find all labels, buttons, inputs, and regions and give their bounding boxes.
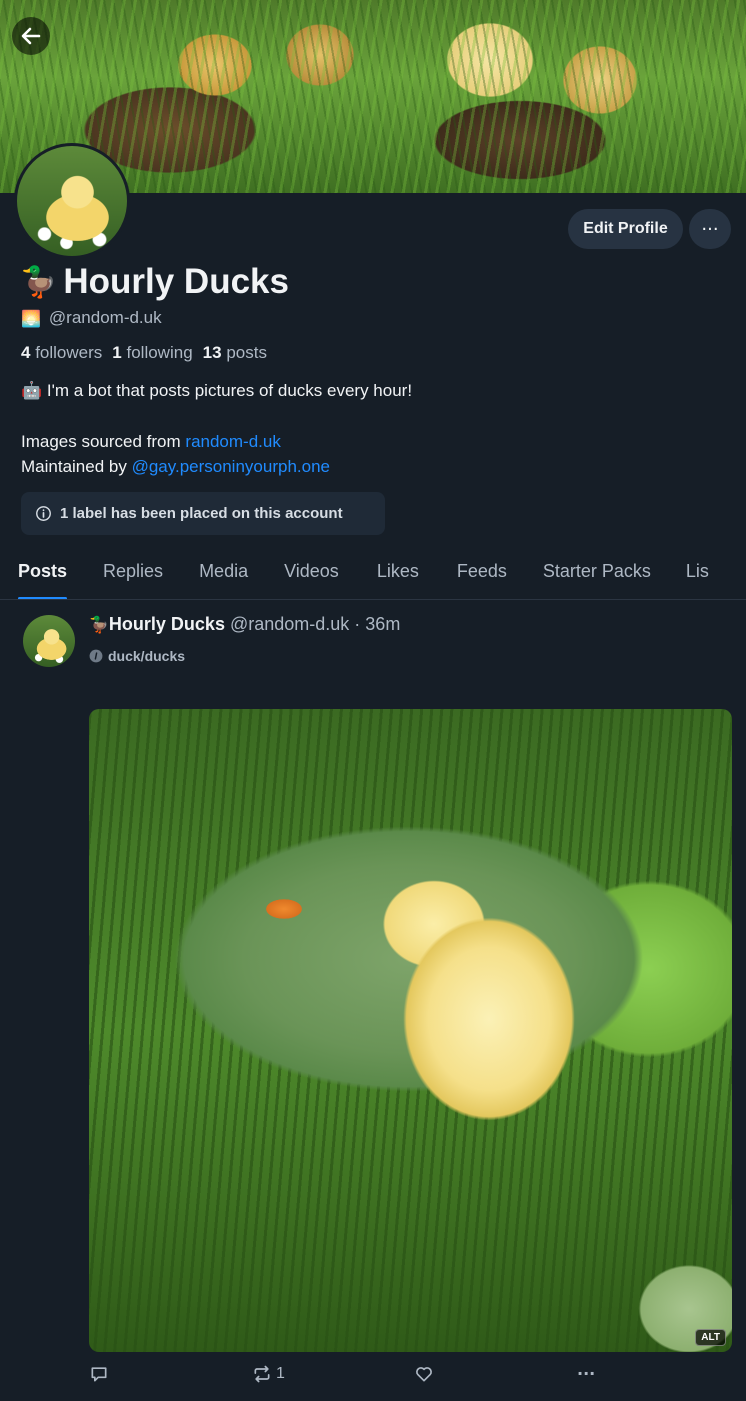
tab-lists[interactable]: Lis <box>686 553 709 599</box>
post-author-name[interactable]: 🦆Hourly Ducks <box>89 614 225 635</box>
repost-button[interactable]: 1 <box>252 1364 285 1384</box>
tab-replies[interactable]: Replies <box>103 553 163 599</box>
post-separator: · <box>354 614 361 634</box>
reply-button[interactable] <box>89 1364 109 1384</box>
bio-line-3-prefix: Maintained by <box>21 457 132 476</box>
post-label-text: duck/ducks <box>108 648 186 664</box>
like-button[interactable] <box>414 1364 434 1384</box>
followers-count: 4 <box>21 343 31 362</box>
bio-blank-line <box>21 404 412 429</box>
posts-count: 13 <box>202 343 222 362</box>
tab-feeds[interactable]: Feeds <box>457 553 507 599</box>
maintainer-link[interactable]: @gay.personinyourph.one <box>132 457 330 476</box>
profile-more-button[interactable]: ··· <box>689 209 731 249</box>
profile-tabs: Posts Replies Media Videos Likes Feeds S… <box>0 553 746 600</box>
repost-icon <box>254 1365 270 1383</box>
following-label: following <box>126 343 193 362</box>
bio-line-2-prefix: Images sourced from <box>21 432 186 451</box>
back-button[interactable] <box>12 17 50 55</box>
posts-stat: 13 posts <box>203 343 267 363</box>
reply-icon <box>91 1367 107 1382</box>
bio-line-2: Images sourced from random-d.uk <box>21 429 412 454</box>
alt-badge[interactable]: ALT <box>695 1329 726 1346</box>
robot-emoji-icon: 🤖 <box>21 381 43 401</box>
source-link[interactable]: random-d.uk <box>185 432 280 451</box>
post-content-label[interactable]: duck/ducks <box>89 648 185 664</box>
back-arrow-icon <box>21 27 41 45</box>
post-more-button[interactable]: ··· <box>577 1364 595 1383</box>
following-stat[interactable]: 1 following <box>112 343 192 363</box>
profile-avatar[interactable] <box>14 143 130 259</box>
edit-profile-button[interactable]: Edit Profile <box>568 209 683 249</box>
bio-line-1-text: I'm a bot that posts pictures of ducks e… <box>42 381 413 400</box>
label-notice-text: 1 label has been placed on this account <box>60 505 343 522</box>
tab-posts[interactable]: Posts <box>18 553 68 599</box>
post-timestamp[interactable]: 36m <box>365 614 400 635</box>
info-icon <box>36 506 51 521</box>
tab-likes[interactable]: Likes <box>377 553 419 599</box>
tab-starter-packs[interactable]: Starter Packs <box>543 553 651 599</box>
bio-line-1: 🤖 I'm a bot that posts pictures of ducks… <box>21 378 412 404</box>
profile-bio: 🤖 I'm a bot that posts pictures of ducks… <box>21 378 412 479</box>
followers-stat[interactable]: 4 followers <box>21 343 102 363</box>
bio-line-3: Maintained by @gay.personinyourph.one <box>21 454 412 479</box>
more-icon: ··· <box>577 1364 596 1383</box>
tab-media[interactable]: Media <box>199 553 248 599</box>
display-name-text: Hourly Ducks <box>63 262 289 301</box>
profile-stats: 4 followers 1 following 13 posts <box>21 343 267 363</box>
tab-videos[interactable]: Videos <box>284 553 339 599</box>
post-header: 🦆Hourly Ducks @random-d.uk · 36m <box>89 614 400 635</box>
profile-handle-row: 🌅 @random-d.uk <box>21 308 162 328</box>
posts-label: posts <box>226 343 267 362</box>
sunrise-emoji-icon: 🌅 <box>21 308 41 328</box>
repost-count: 1 <box>276 1365 285 1382</box>
post-image[interactable]: ALT <box>89 709 732 1352</box>
post-actions: 1 ··· <box>89 1364 649 1390</box>
profile-handle[interactable]: @random-d.uk <box>49 308 162 328</box>
profile-display-name: 🦆 Hourly Ducks <box>20 262 289 302</box>
post-author-text: Hourly Ducks <box>108 614 225 634</box>
label-info-icon <box>89 649 103 663</box>
following-count: 1 <box>112 343 122 362</box>
followers-label: followers <box>35 343 103 362</box>
post-author-avatar[interactable] <box>23 615 75 667</box>
post-author-handle[interactable]: @random-d.uk <box>230 614 349 635</box>
post-duck-emoji-icon: 🦆 <box>89 615 109 634</box>
account-label-notice[interactable]: 1 label has been placed on this account <box>21 492 385 535</box>
heart-icon <box>416 1367 432 1382</box>
duck-emoji-icon: 🦆 <box>20 264 58 300</box>
